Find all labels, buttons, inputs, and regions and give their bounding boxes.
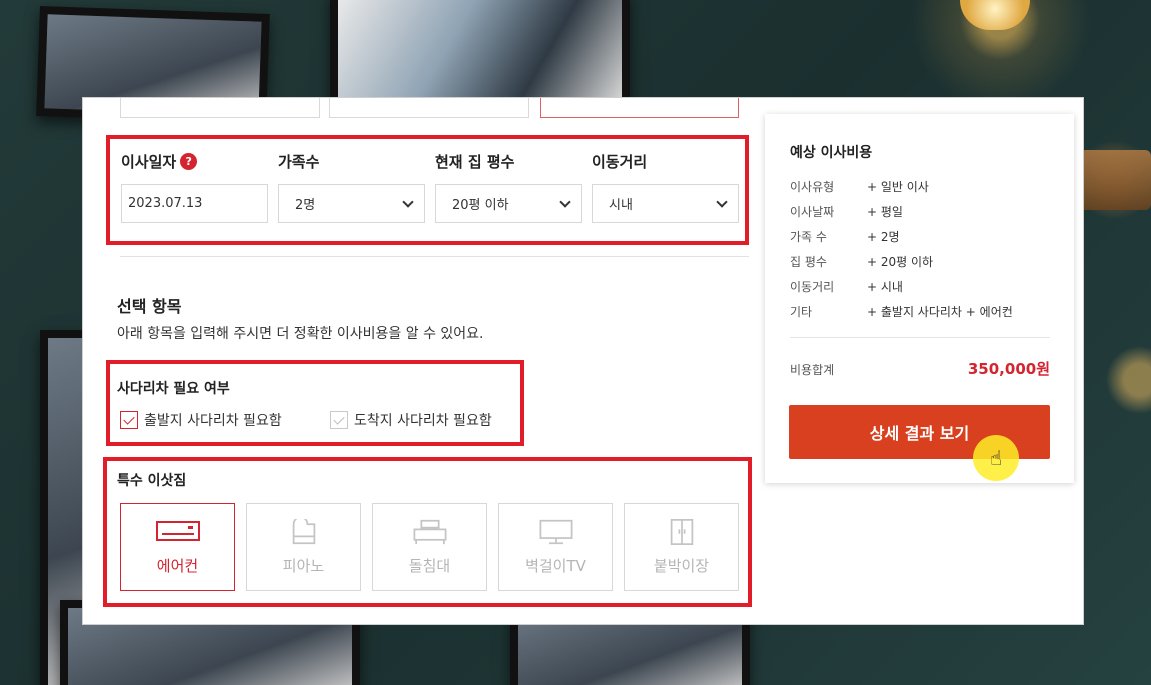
distance-select[interactable]: 시내: [592, 184, 739, 223]
house-size-select[interactable]: 20평 이하: [435, 184, 582, 223]
summary-row: 이사날짜 + 평일: [790, 203, 903, 220]
house-size-value: 20평 이하: [452, 198, 509, 213]
help-icon[interactable]: ?: [180, 153, 198, 170]
move-date-input[interactable]: 2023.07.13: [121, 184, 268, 223]
summary-value: + 2명: [867, 230, 900, 244]
special-item-label: 돌침대: [408, 557, 451, 575]
move-date-label: 이사일자: [121, 153, 177, 171]
divider: [790, 337, 1050, 338]
wardrobe-icon: [670, 519, 693, 545]
family-count-field: 가족수: [278, 151, 319, 172]
summary-value: + 20평 이하: [867, 255, 934, 269]
tab-move-type-3[interactable]: [540, 98, 739, 118]
summary-row: 가족 수 + 2명: [790, 228, 900, 245]
distance-field: 이동거리: [592, 151, 647, 172]
cost-summary-panel: 예상 이사비용 이사유형 + 일반 이사 이사날짜 + 평일 가족 수 + 2명 집 …: [765, 114, 1074, 483]
special-item-bed[interactable]: 돌침대: [372, 503, 487, 591]
chevron-down-icon: [402, 195, 414, 208]
special-item-piano[interactable]: 피아노: [246, 503, 361, 591]
summary-key: 이동거리: [790, 280, 835, 294]
special-item-wardrobe[interactable]: 붙박이장: [624, 503, 739, 591]
divider: [120, 256, 749, 257]
ladder-option-label: 출발지 사다리차 필요함: [144, 413, 282, 429]
distance-label: 이동거리: [592, 153, 648, 171]
summary-title: 예상 이사비용: [790, 145, 873, 161]
summary-row: 집 평수 + 20평 이하: [790, 253, 933, 270]
summary-key: 이사날짜: [790, 205, 835, 219]
total-label: 비용합계: [790, 363, 835, 377]
ladder-title: 사다리차 필요 여부: [117, 381, 230, 397]
summary-value: + 평일: [867, 205, 903, 219]
hand-cursor-icon: ☝: [990, 446, 1003, 470]
total-value: 350,000원: [967, 360, 1050, 378]
special-item-label: 벽걸이TV: [525, 557, 586, 575]
tv-icon: [539, 519, 572, 545]
chevron-down-icon: [716, 195, 728, 208]
special-item-label: 붙박이장: [653, 557, 710, 575]
house-size-field: 현재 집 평수: [435, 151, 514, 172]
summary-key: 집 평수: [790, 255, 827, 269]
summary-value: + 일반 이사: [867, 180, 929, 194]
summary-key: 기타: [790, 305, 813, 319]
air-conditioner-icon: [155, 521, 200, 541]
family-count-label: 가족수: [278, 153, 320, 171]
checkbox-checked[interactable]: [120, 411, 138, 429]
special-items-title: 특수 이삿짐: [117, 473, 187, 489]
summary-key: 이사유형: [790, 180, 835, 194]
photo-frame: [330, 0, 630, 110]
special-item-label: 피아노: [282, 557, 325, 575]
optional-description: 아래 항목을 입력해 주시면 더 정확한 이사비용을 알 수 있어요.: [117, 326, 484, 342]
distance-value: 시내: [609, 198, 633, 213]
ladder-option-arrival[interactable]: 도착지 사다리차 필요함: [330, 410, 492, 430]
piano-icon: [292, 519, 315, 545]
special-item-label: 에어컨: [156, 557, 199, 575]
summary-value: + 출발지 사다리차 + 에어컨: [867, 305, 1013, 319]
ladder-option-departure[interactable]: 출발지 사다리차 필요함: [120, 410, 282, 430]
family-count-select[interactable]: 2명: [278, 184, 425, 223]
tab-move-type-2[interactable]: [329, 98, 529, 118]
chevron-down-icon: [559, 195, 571, 208]
summary-row: 이사유형 + 일반 이사: [790, 178, 929, 195]
family-count-value: 2명: [295, 198, 316, 213]
ladder-option-label: 도착지 사다리차 필요함: [354, 413, 492, 429]
move-date-field: 이사일자?: [121, 151, 198, 172]
summary-key: 가족 수: [790, 230, 827, 244]
summary-value: + 시내: [867, 280, 903, 294]
house-size-label: 현재 집 평수: [435, 153, 515, 171]
checkbox-unchecked[interactable]: [330, 411, 348, 429]
pipe-decor: [1080, 150, 1151, 210]
summary-row: 기타 + 출발지 사다리차 + 에어컨: [790, 303, 1013, 320]
optional-title: 선택 항목: [117, 297, 182, 316]
special-item-tv[interactable]: 벽걸이TV: [498, 503, 613, 591]
bed-icon: [413, 519, 446, 545]
summary-row: 이동거리 + 시내: [790, 278, 903, 295]
tab-move-type-1[interactable]: [120, 98, 320, 118]
highlight-box: [106, 360, 524, 446]
move-type-tabs: [120, 98, 740, 118]
special-item-aircon[interactable]: 에어컨: [120, 503, 235, 591]
